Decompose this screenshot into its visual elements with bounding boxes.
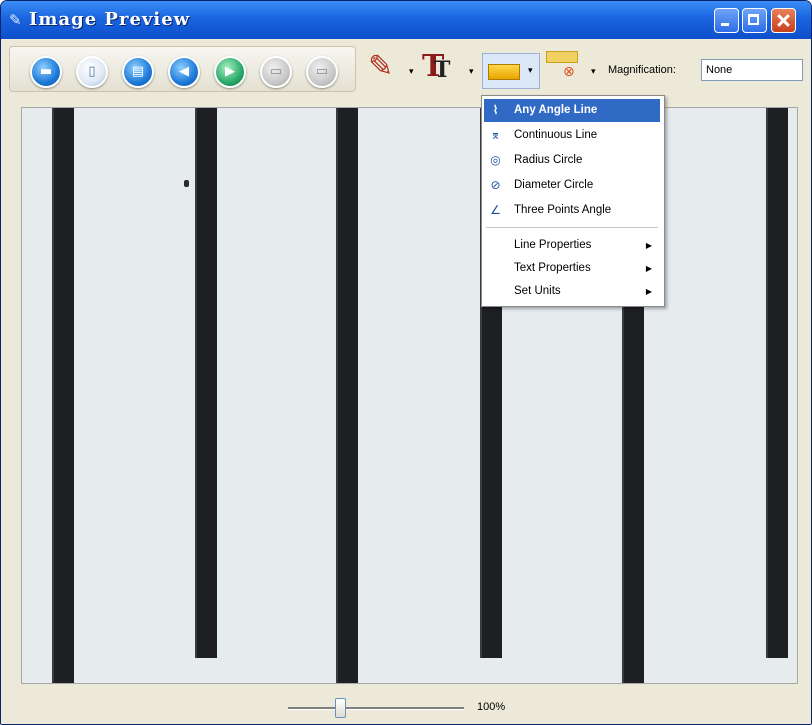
image-preview-window: ✎ Image Preview ▬ ▯ ▤ ◀ ▶ ▭ ▭ ✎ ▾ T T ▾ … xyxy=(0,0,812,725)
minimize-button[interactable] xyxy=(714,8,739,33)
menu-item-continuous-line[interactable]: ⌆ Continuous Line xyxy=(484,124,660,147)
radius-circle-icon: ◎ xyxy=(490,153,501,167)
ruler-line xyxy=(766,108,788,658)
save-icon: ▬ xyxy=(39,64,53,79)
menu-item-any-angle-line[interactable]: ⌇ Any Angle Line xyxy=(484,99,660,122)
measure-dropdown-arrow: ▾ xyxy=(528,66,533,76)
measure-tool-button[interactable]: ▾ xyxy=(482,53,540,89)
submenu-arrow-icon: ▶ xyxy=(645,241,652,250)
calibration-dropdown-arrow[interactable]: ▾ xyxy=(591,67,596,77)
pen-dropdown-arrow[interactable]: ▾ xyxy=(409,67,414,77)
measure-tool-icon xyxy=(488,64,520,80)
maximize-button[interactable] xyxy=(742,8,767,33)
zoom-slider-track[interactable] xyxy=(288,707,464,710)
angle-icon: ∠ xyxy=(490,203,501,217)
arrow-right-icon: ▶ xyxy=(225,64,235,79)
text-tool-icon-overlay: T xyxy=(434,57,451,83)
menu-item-line-properties[interactable]: Line Properties ▶ xyxy=(484,234,660,257)
print-icon: ▤ xyxy=(131,64,145,79)
text-dropdown-arrow[interactable]: ▾ xyxy=(469,67,474,77)
print-button[interactable]: ▤ xyxy=(122,56,154,88)
next-button[interactable]: ▶ xyxy=(214,56,246,88)
menu-item-set-units[interactable]: Set Units ▶ xyxy=(484,280,660,303)
magnification-label: Magnification: xyxy=(608,64,676,76)
diameter-circle-icon: ⊘ xyxy=(490,178,501,192)
continuous-line-icon: ⌆ xyxy=(490,128,501,142)
magnification-field[interactable] xyxy=(701,59,803,81)
submenu-arrow-icon: ▶ xyxy=(645,287,652,296)
ruler-line xyxy=(336,108,358,683)
window-title: Image Preview xyxy=(29,9,191,30)
zoom-level: 100% xyxy=(477,701,506,713)
zoom-in-icon: ▭ xyxy=(269,64,283,79)
save-button[interactable]: ▬ xyxy=(30,56,62,88)
zoom-out-button[interactable]: ▭ xyxy=(306,56,338,88)
zoom-slider-thumb[interactable] xyxy=(335,698,346,718)
pencil-icon[interactable]: ✎ xyxy=(368,49,393,84)
submenu-arrow-icon: ▶ xyxy=(645,264,652,273)
ruler-line xyxy=(52,108,74,683)
menu-item-text-properties[interactable]: Text Properties ▶ xyxy=(484,257,660,280)
previous-button[interactable]: ◀ xyxy=(168,56,200,88)
zoom-out-icon: ▭ xyxy=(315,64,329,79)
image-viewport[interactable] xyxy=(21,107,798,684)
menu-separator xyxy=(486,227,658,228)
menu-item-three-points-angle[interactable]: ∠ Three Points Angle xyxy=(484,199,660,222)
ruler-line xyxy=(195,108,217,658)
arrow-left-icon: ◀ xyxy=(179,64,189,79)
menu-item-radius-circle[interactable]: ◎ Radius Circle xyxy=(484,149,660,172)
title-bar[interactable]: ✎ Image Preview xyxy=(1,1,811,39)
menu-item-diameter-circle[interactable]: ⊘ Diameter Circle xyxy=(484,174,660,197)
close-button[interactable] xyxy=(771,8,796,33)
angle-line-icon: ⌇ xyxy=(492,103,499,117)
pen-nib-icon: ✎ xyxy=(9,11,22,29)
document-icon: ▯ xyxy=(88,64,96,79)
calibration-ruler-icon xyxy=(546,51,578,63)
calibration-icon[interactable]: ⊗ xyxy=(563,64,575,80)
measure-dropdown-menu: ⌇ Any Angle Line ⌆ Continuous Line ◎ Rad… xyxy=(481,95,665,307)
new-document-button[interactable]: ▯ xyxy=(76,56,108,88)
image-speck xyxy=(184,180,189,187)
zoom-in-button[interactable]: ▭ xyxy=(260,56,292,88)
